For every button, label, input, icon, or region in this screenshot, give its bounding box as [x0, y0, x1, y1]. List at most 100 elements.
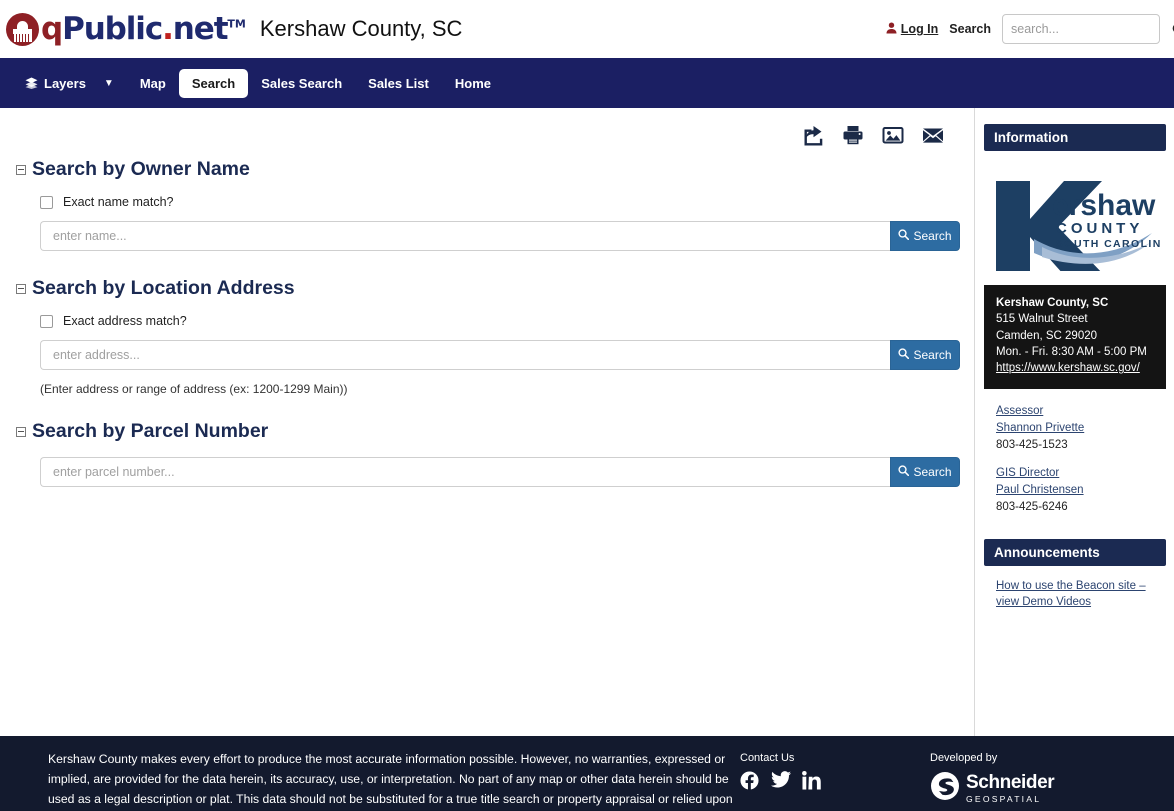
exact-address-match-checkbox[interactable] — [40, 314, 53, 328]
nav-item-sales-list[interactable]: Sales List — [355, 69, 442, 98]
main-content: Search by Owner Name Exact name match? S… — [0, 108, 975, 736]
print-icon[interactable] — [842, 124, 864, 146]
parcel-number-input[interactable] — [40, 457, 890, 487]
chevron-down-icon[interactable]: ▼ — [104, 78, 114, 89]
announcement-link[interactable]: How to use the Beacon site – view Demo V… — [996, 580, 1146, 609]
exact-name-match-checkbox[interactable] — [40, 195, 53, 209]
linkedin-icon[interactable] — [802, 771, 821, 790]
user-icon — [886, 22, 897, 36]
nav-item-home[interactable]: Home — [442, 69, 504, 98]
county-website-link[interactable]: https://www.kershaw.sc.gov/ — [996, 362, 1140, 374]
address-search-button[interactable]: Search — [890, 340, 960, 370]
email-icon[interactable] — [922, 124, 944, 146]
owner-name-search-button[interactable]: Search — [890, 221, 960, 251]
exact-address-match-row[interactable]: Exact address match? — [40, 314, 958, 328]
footer-contact-us: Contact Us — [740, 750, 930, 811]
section-body-parcel-number: Search — [16, 443, 960, 487]
developed-by-label: Developed by — [930, 752, 998, 764]
county-logo: ershaw COUNTY SOUTH CAROLINA — [984, 151, 1166, 285]
login-area[interactable]: Log In — [886, 22, 939, 36]
image-icon[interactable] — [882, 124, 904, 146]
page-body: Search by Owner Name Exact name match? S… — [0, 108, 1174, 736]
qpublic-wordmark: qPublic.netTM — [41, 10, 246, 47]
schneider-mark-icon — [930, 771, 960, 806]
nav-item-sales-search[interactable]: Sales Search — [248, 69, 355, 98]
nav-item-search[interactable]: Search — [178, 68, 249, 98]
logo-public: Public — [62, 10, 163, 47]
nav-item-search-label: Search — [191, 75, 236, 91]
logo-q: q — [41, 10, 63, 47]
gis-director-phone: 803-425-6246 — [996, 500, 1068, 513]
social-links — [740, 771, 930, 790]
section-title-owner-name-label: Search by Owner Name — [32, 158, 250, 180]
parcel-number-search-button[interactable]: Search — [890, 457, 960, 487]
contact-us-label: Contact Us — [740, 752, 795, 764]
assessor-name-link[interactable]: Shannon Privette — [996, 420, 1154, 437]
address-input[interactable] — [40, 340, 890, 370]
county-street: 515 Walnut Street — [996, 313, 1088, 326]
facebook-icon[interactable] — [740, 771, 759, 790]
footer-disclaimer: Kershaw County makes every effort to pro… — [48, 752, 733, 806]
nav-item-layers-label: Layers — [44, 75, 86, 91]
assessor-phone: 803-425-1523 — [996, 438, 1068, 451]
page-footer: Kershaw County makes every effort to pro… — [0, 736, 1174, 811]
gis-director-name-link[interactable]: Paul Christensen — [996, 482, 1154, 499]
kershaw-county-logo-icon: ershaw COUNTY SOUTH CAROLINA — [996, 181, 1160, 271]
section-title-location-address: Search by Location Address — [16, 277, 958, 300]
exact-name-match-row[interactable]: Exact name match? — [40, 195, 958, 209]
share-icon[interactable] — [802, 124, 824, 146]
address-search-row: Search — [40, 340, 960, 370]
exact-address-match-label: Exact address match? — [63, 314, 187, 328]
address-format-hint: (Enter address or range of address (ex: … — [40, 382, 348, 396]
global-search-box[interactable] — [1002, 14, 1174, 44]
search-icon — [898, 348, 910, 362]
search-label: Search — [949, 22, 991, 36]
courthouse-seal-icon — [6, 12, 39, 46]
county-address-block: Kershaw County, SC 515 Walnut Street Cam… — [984, 285, 1166, 389]
nav-item-sales-list-label: Sales List — [368, 75, 429, 91]
svg-text:COUNTY: COUNTY — [1056, 220, 1143, 237]
nav-item-layers[interactable]: Layers ▼ — [12, 69, 127, 98]
county-hours: Mon. - Fri. 8:30 AM - 5:00 PM — [996, 345, 1147, 358]
parcel-search-row: Search — [40, 457, 960, 487]
right-sidebar: Information ershaw COUNTY SOUTH CAROLINA… — [975, 108, 1174, 736]
footer-developed-by: Developed by Schneider GEOSPATIAL — [930, 750, 1055, 811]
owner-name-input[interactable] — [40, 221, 890, 251]
footer-left: Kershaw County makes every effort to pro… — [0, 750, 740, 811]
schneider-geospatial-logo[interactable]: Schneider GEOSPATIAL — [930, 771, 1055, 806]
owner-name-search-row: Search — [40, 221, 960, 251]
layers-icon — [25, 77, 38, 89]
nav-item-sales-search-label: Sales Search — [261, 75, 343, 91]
logo-dot: . — [162, 10, 174, 47]
section-body-location-address: Exact address match? Search (Enter addre… — [16, 300, 960, 396]
announcements-panel-header: Announcements — [984, 538, 1166, 566]
login-link[interactable]: Log In — [901, 22, 939, 36]
parcel-number-search-button-label: Search — [913, 465, 952, 479]
county-name: Kershaw County, SC — [996, 297, 1109, 309]
search-icon — [898, 229, 910, 243]
main-navigation: Layers ▼ Map Search Sales Search Sales L… — [0, 58, 1174, 108]
section-title-parcel-number-label: Search by Parcel Number — [32, 420, 269, 442]
announcements-body: How to use the Beacon site – view Demo V… — [984, 566, 1166, 611]
schneider-name: Schneider — [966, 772, 1055, 793]
gis-director-role-link[interactable]: GIS Director — [996, 465, 1154, 482]
county-city: Camden, SC 29020 — [996, 329, 1098, 342]
nav-item-map-label: Map — [139, 75, 166, 91]
twitter-icon[interactable] — [771, 771, 791, 790]
svg-text:SOUTH CAROLINA: SOUTH CAROLINA — [1056, 238, 1160, 250]
section-title-location-address-label: Search by Location Address — [32, 277, 295, 299]
brand-logo[interactable]: qPublic.netTM — [6, 10, 246, 47]
collapse-toggle-icon[interactable] — [16, 164, 26, 175]
collapse-toggle-icon[interactable] — [16, 283, 26, 294]
schneider-subtitle: GEOSPATIAL — [966, 794, 1042, 804]
collapse-toggle-icon[interactable] — [16, 426, 26, 437]
owner-name-search-button-label: Search — [913, 229, 952, 243]
nav-item-map[interactable]: Map — [127, 69, 179, 98]
search-input[interactable] — [1011, 22, 1172, 36]
assessor-role-link[interactable]: Assessor — [996, 403, 1154, 420]
header-actions: Log In Search — [886, 14, 1174, 44]
section-title-parcel-number: Search by Parcel Number — [16, 420, 958, 443]
page-header: qPublic.netTM Kershaw County, SC Log In … — [0, 0, 1174, 58]
search-icon — [898, 465, 910, 479]
nav-item-home-label: Home — [454, 75, 491, 91]
